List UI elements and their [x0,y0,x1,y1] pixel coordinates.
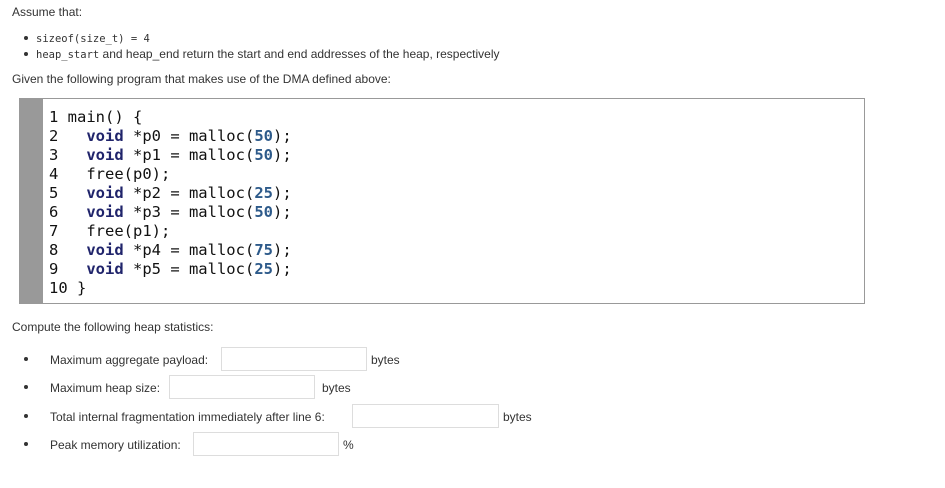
assumption-code: heap_start [36,49,100,61]
unit-label: bytes [322,381,351,395]
question-label: Total internal fragmentation immediately… [50,410,325,424]
intro-text: Assume that: [12,5,83,19]
code-line: 2 void *p0 = malloc(50); [49,127,292,145]
assumption-item: sizeof(size_t) = 4 [24,30,500,46]
code-line: 5 void *p2 = malloc(25); [49,184,292,202]
max-heap-size-input[interactable] [169,375,315,399]
code-line: 9 void *p5 = malloc(25); [49,260,292,278]
assumption-item: heap_start and heap_end return the start… [24,46,500,62]
assumption-text: and heap_end return the start and end ad… [99,47,500,61]
code-line: 7 free(p1); [49,222,171,240]
unit-label: bytes [371,353,400,367]
question-label: Maximum aggregate payload: [50,353,209,367]
assumption-code: sizeof(size_t) = 4 [36,33,150,45]
code-line: 3 void *p1 = malloc(50); [49,146,292,164]
max-aggregate-payload-input[interactable] [221,347,367,371]
question-label: Maximum heap size: [50,381,161,395]
unit-label: bytes [503,410,532,424]
code-line: 1 main() { [49,108,143,126]
unit-label: % [343,438,354,452]
internal-fragmentation-input[interactable] [352,404,499,428]
peak-utilization-input[interactable] [193,432,339,456]
code-line: 8 void *p4 = malloc(75); [49,241,292,259]
code-block: 1 main() { 2 void *p0 = malloc(50); 3 vo… [19,98,865,304]
code-line: 10 } [49,279,87,297]
code-line: 4 free(p0); [49,165,171,183]
given-text: Given the following program that makes u… [12,72,391,86]
code-line: 6 void *p3 = malloc(50); [49,203,292,221]
compute-text: Compute the following heap statistics: [12,320,214,334]
question-label: Peak memory utilization: [50,438,181,452]
assumption-list: sizeof(size_t) = 4 heap_start and heap_e… [24,30,500,62]
